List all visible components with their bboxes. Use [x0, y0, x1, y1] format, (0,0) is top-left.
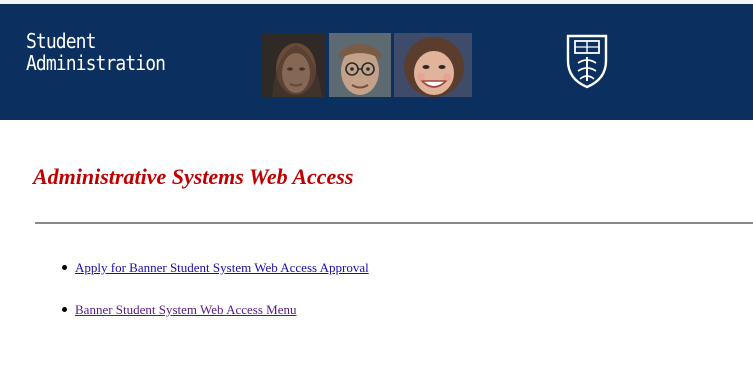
main-content: Administrative Systems Web Access Apply … — [0, 120, 753, 392]
photo-woman-icon — [262, 33, 326, 97]
bullet-icon — [62, 264, 67, 270]
university-crest-icon — [565, 33, 609, 89]
department-name-line2: Administration — [26, 51, 166, 75]
photo-man-icon — [329, 33, 391, 97]
list-item: Apply for Banner Student System Web Acce… — [62, 260, 369, 276]
department-name-line1: Student — [26, 29, 96, 53]
bullet-icon — [62, 306, 67, 312]
banner-top-strip — [0, 0, 753, 4]
page: Student Administration Administrative Sy… — [0, 0, 753, 392]
header-photo-strip — [262, 33, 472, 97]
web-access-menu-link[interactable]: Banner Student System Web Access Menu — [75, 302, 297, 317]
horizontal-divider — [35, 222, 753, 224]
list-item: Banner Student System Web Access Menu — [62, 302, 297, 318]
header-banner: Student Administration — [0, 0, 753, 120]
department-name: Student Administration — [26, 30, 170, 74]
photo-smiling-woman-icon — [394, 33, 472, 97]
apply-web-access-link[interactable]: Apply for Banner Student System Web Acce… — [75, 260, 369, 275]
page-title: Administrative Systems Web Access — [33, 164, 354, 189]
